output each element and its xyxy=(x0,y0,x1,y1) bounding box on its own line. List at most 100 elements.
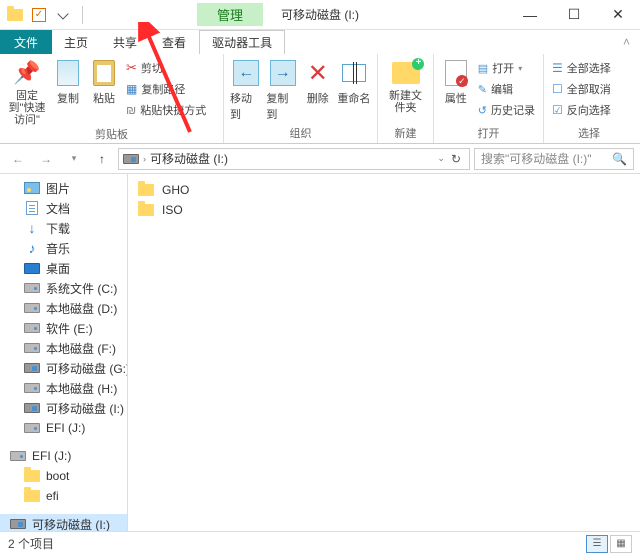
drive-icon xyxy=(24,281,40,295)
tree-item[interactable]: 可移动磁盘 (I:) xyxy=(0,398,127,418)
navigation-tree[interactable]: 图片文档↓下载♪音乐桌面系统文件 (C:)本地磁盘 (D:)软件 (E:)本地磁… xyxy=(0,174,128,531)
chevron-down-icon[interactable]: ⌄ xyxy=(437,153,445,164)
tab-home[interactable]: 主页 xyxy=(52,30,101,54)
properties-icon xyxy=(445,60,467,86)
tab-drive-tools[interactable]: 驱动器工具 xyxy=(199,30,285,54)
list-item[interactable]: ISO xyxy=(138,200,630,220)
tab-file[interactable]: 文件 xyxy=(0,30,52,54)
tree-item[interactable]: EFI (J:) xyxy=(0,418,127,438)
search-icon: 🔍 xyxy=(612,152,627,166)
invert-selection-button[interactable]: ☑反向选择 xyxy=(550,100,613,120)
tree-item[interactable]: ↓下载 xyxy=(0,218,127,238)
shortcut-icon: ₪ xyxy=(126,103,136,117)
recent-locations-button[interactable]: ▾ xyxy=(62,147,86,171)
tree-item[interactable]: EFI (J:) xyxy=(0,446,127,466)
drive-icon xyxy=(10,449,26,463)
select-all-button[interactable]: ☰全部选择 xyxy=(550,58,613,78)
cut-button[interactable]: ✂剪切 xyxy=(124,58,208,78)
tree-item[interactable]: 图片 xyxy=(0,178,127,198)
refresh-button[interactable]: ↻ xyxy=(447,152,465,166)
up-button[interactable]: ↑ xyxy=(90,147,114,171)
folder-icon xyxy=(24,489,40,503)
group-label-new: 新建 xyxy=(378,125,433,143)
tree-item[interactable]: boot xyxy=(0,466,127,486)
folder-icon xyxy=(138,183,154,197)
tree-item[interactable]: 本地磁盘 (F:) xyxy=(0,338,127,358)
new-folder-icon xyxy=(392,62,420,84)
tree-item[interactable]: 可移动磁盘 (I:) xyxy=(0,514,127,531)
tree-item[interactable]: 文档 xyxy=(0,198,127,218)
tab-share[interactable]: 共享 xyxy=(101,30,150,54)
delete-icon: ✕ xyxy=(308,59,328,88)
divider xyxy=(82,6,83,24)
ribbon-tabs: 文件 主页 共享 查看 驱动器工具 ˄ xyxy=(0,30,640,54)
list-item[interactable]: GHO xyxy=(138,180,630,200)
file-list[interactable]: GHOISO xyxy=(128,174,640,531)
tree-item[interactable]: ♪音乐 xyxy=(0,238,127,258)
open-button[interactable]: ▤打开▾ xyxy=(476,58,537,78)
pic-icon xyxy=(24,181,40,195)
copy-path-button[interactable]: ▦复制路径 xyxy=(124,79,208,99)
tree-item[interactable]: 可移动磁盘 (G:) xyxy=(0,358,127,378)
group-label-clipboard: 剪贴板 xyxy=(0,126,223,144)
group-label-select: 选择 xyxy=(544,125,634,143)
chevron-right-icon: › xyxy=(143,154,146,164)
copy-icon xyxy=(57,60,79,86)
edit-icon: ✎ xyxy=(478,83,487,96)
paste-button[interactable]: 粘贴 xyxy=(88,58,120,106)
forward-button[interactable]: → xyxy=(34,147,58,171)
back-button[interactable]: ← xyxy=(6,147,30,171)
tree-item[interactable]: 软件 (E:) xyxy=(0,318,127,338)
paste-icon xyxy=(93,60,115,86)
select-all-icon: ☰ xyxy=(552,61,563,75)
tree-item[interactable]: 桌面 xyxy=(0,258,127,278)
tab-view[interactable]: 查看 xyxy=(150,30,199,54)
select-none-icon: ☐ xyxy=(552,82,563,96)
edit-button[interactable]: ✎编辑 xyxy=(476,79,537,99)
search-input[interactable]: 搜索"可移动磁盘 (I:)" 🔍 xyxy=(474,148,634,170)
details-view-button[interactable]: ☰ xyxy=(586,535,608,553)
tree-item[interactable]: 本地磁盘 (D:) xyxy=(0,298,127,318)
select-none-button[interactable]: ☐全部取消 xyxy=(550,79,613,99)
rename-icon xyxy=(342,64,366,82)
drive-icon xyxy=(123,152,139,166)
close-button[interactable]: ✕ xyxy=(596,1,640,29)
tree-item[interactable]: 系统文件 (C:) xyxy=(0,278,127,298)
ribbon: 📌 固定到"快速访问" 复制 粘贴 ✂剪切 ▦复制路径 ₪粘贴快捷方式 剪贴板 xyxy=(0,54,640,144)
delete-button[interactable]: ✕ 删除 xyxy=(303,58,333,106)
qat-properties-icon[interactable]: ✓ xyxy=(28,4,50,26)
context-header: 管理 xyxy=(197,3,263,26)
pin-to-quick-access-button[interactable]: 📌 固定到"快速访问" xyxy=(6,58,48,126)
maximize-button[interactable]: ☐ xyxy=(552,1,596,29)
music-icon: ♪ xyxy=(24,241,40,255)
minimize-button[interactable]: — xyxy=(508,1,552,29)
group-label-organize: 组织 xyxy=(224,125,377,143)
tree-item[interactable]: 本地磁盘 (H:) xyxy=(0,378,127,398)
tree-item[interactable]: efi xyxy=(0,486,127,506)
icons-view-button[interactable]: ▦ xyxy=(610,535,632,553)
paste-shortcut-button[interactable]: ₪粘贴快捷方式 xyxy=(124,100,208,120)
ribbon-collapse-icon[interactable]: ˄ xyxy=(613,30,640,54)
address-bar[interactable]: › 可移动磁盘 (I:) ⌄ ↻ xyxy=(118,148,470,170)
title-bar: ✓ 管理 可移动磁盘 (I:) — ☐ ✕ xyxy=(0,0,640,30)
pin-icon: 📌 xyxy=(13,60,40,86)
properties-button[interactable]: 属性 xyxy=(440,58,472,106)
rename-button[interactable]: 重命名 xyxy=(337,58,371,106)
window-title: 可移动磁盘 (I:) xyxy=(281,6,359,23)
history-button[interactable]: ↺历史记录 xyxy=(476,100,537,120)
navigation-bar: ← → ▾ ↑ › 可移动磁盘 (I:) ⌄ ↻ 搜索"可移动磁盘 (I:)" … xyxy=(0,144,640,174)
group-label-open: 打开 xyxy=(434,125,543,143)
move-to-icon xyxy=(233,60,259,86)
copy-to-icon xyxy=(270,60,296,86)
new-folder-button[interactable]: 新建文件夹 xyxy=(384,58,427,114)
doc-icon xyxy=(24,201,40,215)
status-item-count: 2 个项目 xyxy=(8,535,54,552)
usb-icon xyxy=(10,517,26,531)
breadcrumb[interactable]: 可移动磁盘 (I:) xyxy=(150,150,228,167)
copy-button[interactable]: 复制 xyxy=(52,58,84,106)
copy-to-button[interactable]: 复制到 xyxy=(266,58,298,122)
usb-icon xyxy=(24,361,40,375)
move-to-button[interactable]: 移动到 xyxy=(230,58,262,122)
desktop-icon xyxy=(24,261,40,275)
qat-dropdown-icon[interactable] xyxy=(52,4,74,26)
